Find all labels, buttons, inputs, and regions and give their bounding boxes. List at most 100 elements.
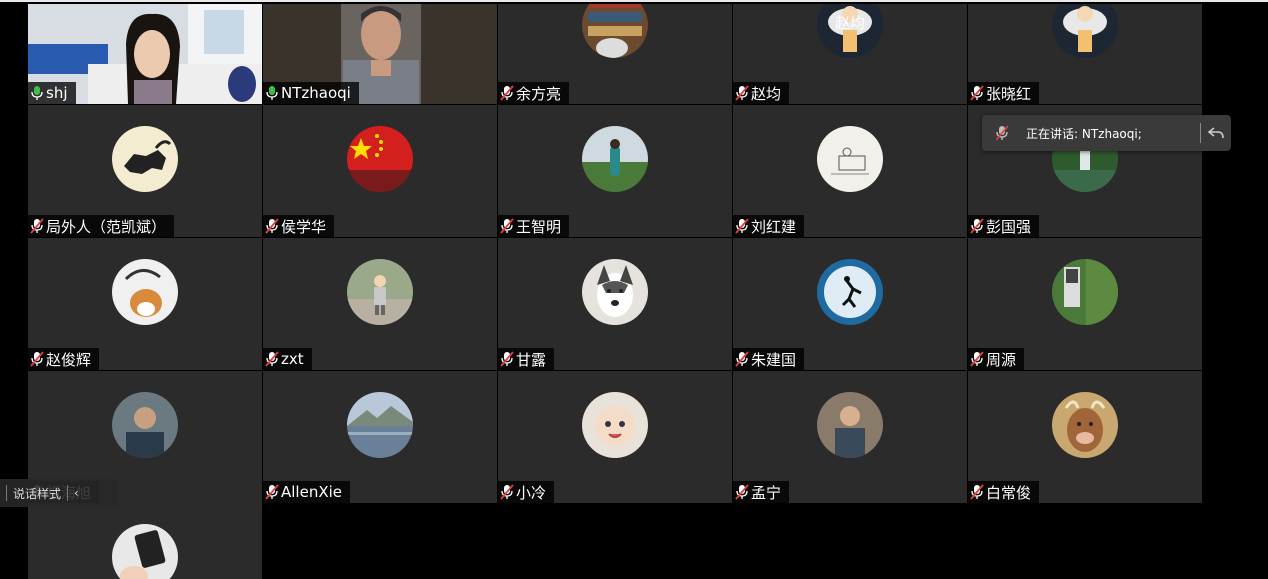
participant-name: 张晓红 [986, 84, 1032, 103]
mic-muted-icon [265, 351, 281, 367]
avatar: 赵均 [817, 4, 883, 58]
participant-tile[interactable]: 周源 [968, 238, 1202, 370]
mic-muted-icon [500, 484, 516, 500]
participant-name: 余方亮 [516, 84, 562, 103]
participant-name: AllenXie [281, 483, 343, 501]
participant-name: 白常俊 [986, 483, 1032, 502]
participant-name: 局外人（范凯斌） [46, 217, 167, 236]
avatar [112, 524, 178, 579]
participant-name-tag: 赵俊辉 [28, 348, 100, 370]
participant-name-tag: 彭国强 [968, 215, 1040, 237]
avatar [347, 259, 413, 325]
subtitle-style-label: 说话样式 [13, 486, 62, 501]
avatar [112, 392, 178, 458]
participant-tile[interactable]: 白常俊 [968, 371, 1202, 503]
avatar [817, 259, 883, 325]
active-speaker-text: 正在讲话: NTzhaoqi; [1026, 126, 1142, 141]
participant-tile[interactable]: NTzhaoqi [263, 4, 497, 104]
mic-muted-icon [265, 484, 281, 500]
mic-on-icon [30, 85, 46, 101]
participant-tile[interactable]: zxt [263, 238, 497, 370]
avatar [112, 126, 178, 192]
avatar [1052, 259, 1118, 325]
participant-tile[interactable]: 赵俊辉 [28, 238, 262, 370]
mic-muted-icon [500, 218, 516, 234]
participant-name-tag: 局外人（范凯斌） [28, 215, 175, 237]
participant-name: 赵均 [751, 84, 782, 103]
mic-muted-icon [265, 218, 281, 234]
video-grid: shj NTzhaoqi 余方亮 赵均 赵均 张晓红 局外人（范凯斌） 侯学华 王智明 刘红建彭… [0, 0, 1268, 579]
participant-tile[interactable]: 余方亮 [498, 4, 732, 104]
participant-tile[interactable]: 孟宁 [733, 371, 967, 503]
participant-name-tag: 刘红建 [733, 215, 805, 237]
collapse-arrow-icon[interactable] [1201, 126, 1231, 140]
participant-name: 孟宁 [751, 483, 782, 502]
participant-tile[interactable]: 甘露 [498, 238, 732, 370]
participant-name-tag: 甘露 [498, 348, 555, 370]
participant-tile[interactable]: AllenXie [263, 371, 497, 503]
participant-name: 赵俊辉 [46, 350, 92, 369]
mic-muted-icon [735, 484, 751, 500]
participant-name-tag: 侯学华 [263, 215, 335, 237]
participant-tile[interactable]: 赵均 赵均 [733, 4, 967, 104]
participant-tile[interactable] [28, 503, 262, 579]
participant-name: 刘红建 [751, 217, 797, 236]
avatar [347, 126, 413, 192]
participant-name-tag: NTzhaoqi [263, 82, 359, 104]
mic-muted-icon [970, 85, 986, 101]
participant-name: 彭国强 [986, 217, 1032, 236]
participant-name-tag: 朱建国 [733, 348, 805, 370]
divider [67, 485, 69, 501]
participant-name: 王智明 [516, 217, 562, 236]
participant-tile[interactable]: 局外人（范凯斌） [28, 105, 262, 237]
mic-muted-icon [30, 351, 46, 367]
mic-on-icon [265, 85, 281, 101]
participant-name-tag: 孟宁 [733, 481, 790, 503]
avatar [347, 392, 413, 458]
participant-name: shj [46, 84, 68, 102]
participant-name: zxt [281, 350, 304, 368]
participant-name: NTzhaoqi [281, 84, 351, 102]
mic-muted-icon [970, 484, 986, 500]
participant-tile[interactable]: 张晓红 [968, 4, 1202, 104]
participant-name-tag: 小冷 [498, 481, 555, 503]
participant-tile[interactable]: 小冷 [498, 371, 732, 503]
participant-name-tag: zxt [263, 348, 312, 370]
participant-name-tag: 周源 [968, 348, 1025, 370]
mic-muted-icon [500, 351, 516, 367]
participant-tile[interactable]: 王智明 [498, 105, 732, 237]
chevron-left-icon[interactable]: ‹ [74, 486, 79, 500]
avatar [817, 126, 883, 192]
avatar [582, 126, 648, 192]
avatar [582, 4, 648, 58]
avatar [582, 392, 648, 458]
avatar [817, 392, 883, 458]
participant-name-tag: shj [28, 82, 76, 104]
mic-muted-icon [500, 85, 516, 101]
avatar [582, 259, 648, 325]
participant-name-tag: 王智明 [498, 215, 570, 237]
avatar [1052, 392, 1118, 458]
participant-tile[interactable]: 刘红建 [733, 105, 967, 237]
participant-name-tag: AllenXie [263, 481, 351, 503]
avatar [1052, 4, 1118, 58]
active-speaker-banner: 正在讲话: NTzhaoqi; [982, 115, 1231, 151]
participant-name: 侯学华 [281, 217, 327, 236]
mic-muted-icon [735, 85, 751, 101]
participant-name: 周源 [986, 350, 1017, 369]
mic-muted-icon [970, 218, 986, 234]
participant-name: 小冷 [516, 483, 547, 502]
participant-name-tag: 张晓红 [968, 82, 1040, 104]
mic-muted-icon [970, 351, 986, 367]
muted-mic-icon[interactable] [982, 125, 1022, 141]
participant-tile[interactable]: shj [28, 4, 262, 104]
subtitle-toggle-bar[interactable]: 说话样式 ‹ [0, 479, 118, 507]
participant-tile[interactable]: 朱建国 [733, 238, 967, 370]
participant-tile[interactable]: 侯学华 [263, 105, 497, 237]
mic-muted-icon [735, 218, 751, 234]
participant-name-tag: 余方亮 [498, 82, 570, 104]
mic-muted-icon [30, 218, 46, 234]
mic-muted-icon [735, 351, 751, 367]
participant-name-tag: 赵均 [733, 82, 790, 104]
participant-name-tag: 白常俊 [968, 481, 1040, 503]
